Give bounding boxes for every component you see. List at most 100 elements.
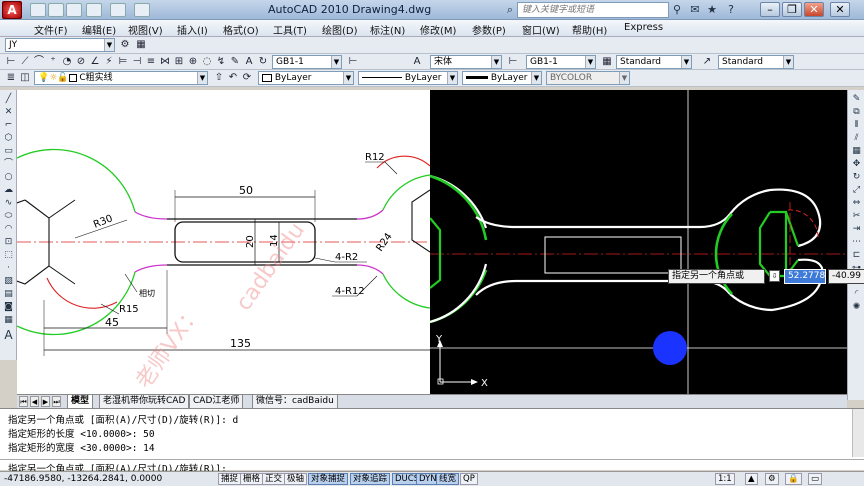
save-icon[interactable] (66, 3, 82, 17)
polyline-icon[interactable]: ⌐ (2, 120, 15, 131)
insert-block-icon[interactable]: ⊡ (2, 237, 15, 248)
workspace-grid-icon[interactable]: ▦ (134, 38, 148, 52)
tab-layout-3[interactable]: 微信号：cadBaidu (252, 395, 338, 409)
extend-icon[interactable]: ⇥ (850, 224, 863, 235)
workspace-switch-icon[interactable]: ⚙ (765, 473, 779, 485)
space-icon[interactable]: ≡ (144, 55, 158, 69)
snap-toggle[interactable]: 捕捉 (218, 473, 242, 485)
table-icon[interactable]: ▦ (2, 315, 15, 326)
grid-toggle[interactable]: 栅格 (240, 473, 264, 485)
continue-icon[interactable]: ⊣ (130, 55, 144, 69)
text-style-icon[interactable]: A (410, 55, 424, 69)
search-input[interactable]: 键入关键字或短语 (517, 2, 669, 18)
mleader-style-icon[interactable]: ↗ (700, 55, 714, 69)
circle-icon[interactable]: ○ (2, 172, 15, 183)
plot-icon[interactable] (134, 3, 150, 17)
radius-icon[interactable]: ◔ (60, 55, 74, 69)
menu-edit[interactable]: 编辑(E) (82, 22, 116, 37)
fillet-icon[interactable]: ◜ (850, 289, 863, 300)
construction-line-icon[interactable]: ✕ (2, 107, 15, 118)
close-button[interactable]: ✕ (804, 2, 824, 17)
dimstyle-select[interactable]: GB1-1 ▼ (272, 55, 342, 69)
layer-manager-icon[interactable]: ≣ (4, 71, 18, 85)
stretch-icon[interactable]: ⇔ (850, 198, 863, 209)
dynamic-input-x-field[interactable]: 52.2778 (784, 269, 826, 284)
break-icon[interactable]: ⋈ (158, 55, 172, 69)
inspect-icon[interactable]: ◌ (200, 55, 214, 69)
help-icon[interactable]: ? (724, 3, 738, 17)
restore-button[interactable]: ❐ (782, 2, 802, 17)
arc-length-icon[interactable]: ⌒ (32, 55, 46, 69)
dim-edit-icon[interactable]: ✎ (228, 55, 242, 69)
menu-window[interactable]: 窗口(W) (522, 22, 560, 37)
menu-insert[interactable]: 插入(I) (177, 22, 208, 37)
layer-select[interactable]: 💡☼🔓 C粗实线 ▼ (34, 71, 208, 85)
erase-icon[interactable]: ✎ (850, 94, 863, 105)
lineweight-select[interactable]: ByLayer ▼ (462, 71, 542, 85)
polar-toggle[interactable]: 极轴 (284, 473, 308, 485)
menu-draw[interactable]: 绘图(D) (322, 22, 358, 37)
dynamic-input-y-field[interactable]: -40.99 (828, 269, 864, 284)
open-icon[interactable] (48, 3, 64, 17)
layer-match-icon[interactable]: ⟳ (240, 71, 254, 85)
workspace-settings-icon[interactable]: ⚙ (118, 38, 132, 52)
quick-dim-icon[interactable]: ⚡ (102, 55, 116, 69)
dim-text-edit-icon[interactable]: A (242, 55, 256, 69)
make-block-icon[interactable]: ⬚ (2, 250, 15, 261)
break-tool-icon[interactable]: ⊏ (850, 250, 863, 261)
ortho-toggle[interactable]: 正交 (262, 473, 286, 485)
rectangle-icon[interactable]: ▭ (2, 146, 15, 157)
tab-layout-1[interactable]: 老湿机带你玩转CAD (99, 395, 190, 409)
linear-dim-icon[interactable]: ⊢ (4, 55, 18, 69)
dimstyle-icon[interactable]: ⊢ (346, 55, 360, 69)
mtext-icon[interactable]: A (2, 329, 15, 341)
angular-icon[interactable]: ∠ (88, 55, 102, 69)
explode-icon[interactable]: ✺ (850, 302, 863, 313)
ellipse-arc-icon[interactable]: ◠ (2, 224, 15, 235)
linetype-select[interactable]: ByLayer ▼ (358, 71, 458, 85)
rotate-icon[interactable]: ↻ (850, 172, 863, 183)
baseline-icon[interactable]: ⊨ (116, 55, 130, 69)
copy-icon[interactable]: ⧉ (850, 107, 863, 118)
minimize-button[interactable]: – (760, 2, 780, 17)
search-icon[interactable]: ⌕ (503, 3, 517, 17)
hatch-icon[interactable]: ▨ (2, 276, 15, 287)
textstyle-select[interactable]: 宋体 ▼ (430, 55, 502, 69)
menu-tools[interactable]: 工具(T) (273, 22, 307, 37)
region-icon[interactable]: ◙ (2, 302, 15, 313)
first-tab-icon[interactable]: ⏮ (19, 396, 28, 407)
aligned-dim-icon[interactable]: ⟋ (18, 55, 32, 69)
layer-previous-icon[interactable]: ↶ (226, 71, 240, 85)
command-scrollbar[interactable] (852, 409, 864, 457)
center-mark-icon[interactable]: ⊕ (186, 55, 200, 69)
menu-parametric[interactable]: 参数(P) (472, 22, 506, 37)
prev-tab-icon[interactable]: ◀ (30, 396, 39, 407)
make-current-icon[interactable]: ⇧ (212, 71, 226, 85)
ordinate-icon[interactable]: ⁺ (46, 55, 60, 69)
color-select[interactable]: ByLayer ▼ (258, 71, 354, 85)
menu-help[interactable]: 帮助(H) (572, 22, 607, 37)
lock-icon[interactable]: 🔒 (785, 473, 802, 485)
dimstyle2-select[interactable]: GB1-1 ▼ (526, 55, 596, 69)
layer-state-icon[interactable]: ◫ (18, 71, 32, 85)
spline-icon[interactable]: ∿ (2, 198, 15, 209)
workspace-select[interactable]: JY ▼ (5, 38, 115, 52)
drawing-area[interactable]: 50 20 14 4-R2 4-R12 R12 R24 R30 R15 相切 4… (17, 90, 847, 394)
plotstyle-select[interactable]: BYCOLOR ▼ (546, 71, 630, 85)
break-point-icon[interactable]: ⋯ (850, 237, 863, 248)
trim-icon[interactable]: ✂ (850, 211, 863, 222)
tab-layout-2[interactable]: CAD江老师 (189, 395, 244, 409)
diameter-icon[interactable]: ⊘ (74, 55, 88, 69)
menu-modify[interactable]: 修改(M) (420, 22, 456, 37)
communication-icon[interactable]: ✉ (688, 3, 702, 17)
model-viewport[interactable]: Y X (429, 90, 847, 394)
tab-model[interactable]: 模型 (67, 395, 94, 409)
mirror-icon[interactable]: ⫴ (850, 120, 863, 131)
mleaderstyle-select[interactable]: Standard ▼ (718, 55, 794, 69)
dynamic-input-lock-icon[interactable]: ⇩ (769, 270, 780, 282)
menu-file[interactable]: 文件(F) (34, 22, 68, 37)
dim-update-icon[interactable]: ↻ (256, 55, 270, 69)
polygon-icon[interactable]: ⬡ (2, 133, 15, 144)
jogged-icon[interactable]: ↯ (214, 55, 228, 69)
qp-toggle[interactable]: QP (460, 473, 478, 485)
